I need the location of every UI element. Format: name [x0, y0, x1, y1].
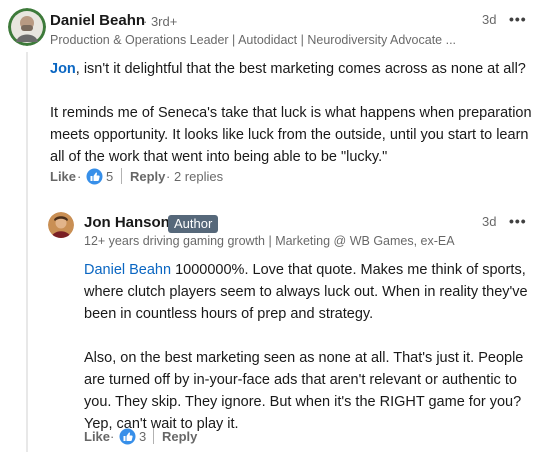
- reply-paragraph-2: Also, on the best marketing seen as none…: [84, 350, 524, 432]
- divider: [153, 428, 154, 444]
- replies-count-link[interactable]: · 2 replies: [166, 169, 223, 184]
- comment-line-1-text: , isn't it delightful that the best mark…: [75, 61, 526, 77]
- comment-body: Jon, isn't it delightful that the best m…: [50, 58, 535, 168]
- author-badge: Author: [168, 215, 219, 233]
- comment-paragraph-2: It reminds me of Seneca's take that luck…: [50, 105, 532, 165]
- like-button[interactable]: Like: [84, 429, 110, 444]
- reply-author-name[interactable]: Jon Hanson: [84, 214, 170, 231]
- avatar[interactable]: [8, 8, 46, 46]
- comment-line-1: Jon, isn't it delightful that the best m…: [50, 58, 535, 80]
- like-separator-dot: ·: [77, 169, 82, 184]
- like-reaction-icon[interactable]: [119, 428, 136, 445]
- reply-paragraph-1: Daniel Beahn 1000000%. Love that quote. …: [84, 259, 536, 325]
- avatar[interactable]: [48, 212, 74, 238]
- thread-line: [26, 52, 28, 452]
- mention-link[interactable]: Daniel Beahn: [84, 262, 171, 278]
- divider: [121, 168, 122, 184]
- like-button[interactable]: Like: [50, 169, 76, 184]
- reply-button[interactable]: Reply: [130, 169, 165, 184]
- reply-body: Daniel Beahn 1000000%. Love that quote. …: [84, 259, 536, 435]
- reply-button[interactable]: Reply: [162, 429, 197, 444]
- like-separator-dot: ·: [110, 429, 115, 444]
- like-reaction-icon[interactable]: [86, 168, 103, 185]
- commenter-name[interactable]: Daniel Beahn: [50, 12, 145, 29]
- mention-link[interactable]: Jon: [50, 61, 76, 77]
- reaction-count[interactable]: 5: [106, 169, 113, 184]
- reply-author-headline: 12+ years driving gaming growth | Market…: [84, 234, 455, 248]
- comment-timestamp: 3d: [482, 12, 497, 27]
- reply-timestamp: 3d: [482, 214, 497, 229]
- more-options-icon[interactable]: •••: [509, 11, 527, 27]
- reaction-count[interactable]: 3: [139, 429, 146, 444]
- more-options-icon[interactable]: •••: [509, 213, 527, 229]
- commenter-headline: Production & Operations Leader | Autodid…: [50, 33, 457, 47]
- connection-degree: · 3rd+: [143, 14, 178, 29]
